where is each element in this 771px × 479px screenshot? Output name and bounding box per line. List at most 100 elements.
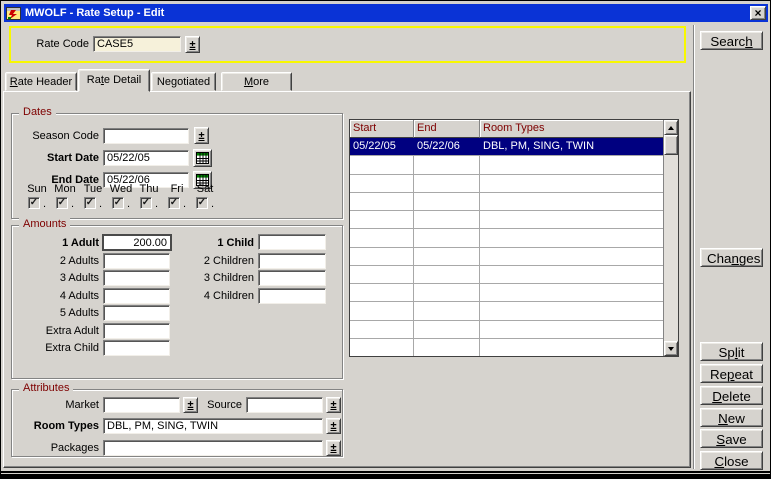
weekday-checkbox-thu[interactable]: ✓ bbox=[140, 197, 152, 209]
check-icon: ✓ bbox=[170, 198, 178, 208]
tab-rate-header[interactable]: Rate Header bbox=[5, 72, 77, 91]
button-label: elete bbox=[722, 389, 751, 404]
weekday-checkbox-sat[interactable]: ✓ bbox=[196, 197, 208, 209]
table-row-empty[interactable] bbox=[350, 248, 663, 266]
table-row-empty[interactable] bbox=[350, 266, 663, 284]
save-button[interactable]: Save bbox=[700, 429, 763, 448]
start-date-input[interactable] bbox=[103, 150, 189, 166]
button-label-key: C bbox=[714, 454, 724, 469]
season-code-input[interactable] bbox=[103, 128, 189, 144]
amount-1-child-input[interactable] bbox=[258, 234, 326, 250]
new-button[interactable]: New bbox=[700, 408, 763, 427]
packages-lov-button[interactable]: ± bbox=[326, 440, 341, 456]
scrollbar-thumb[interactable] bbox=[664, 135, 678, 155]
market-lov-button[interactable]: ± bbox=[183, 397, 198, 413]
table-header-start: Start bbox=[350, 120, 414, 138]
dates-group-label: Dates bbox=[19, 106, 56, 118]
scrollbar-track[interactable] bbox=[664, 155, 678, 341]
button-label-key: N bbox=[718, 411, 728, 426]
button-label-key: n bbox=[731, 251, 738, 266]
table-row-empty[interactable] bbox=[350, 193, 663, 211]
source-lov-button[interactable]: ± bbox=[326, 397, 341, 413]
table-row-empty[interactable] bbox=[350, 229, 663, 247]
side-panel-separator bbox=[693, 25, 695, 469]
check-icon: ✓ bbox=[198, 198, 206, 208]
scroll-up-button[interactable] bbox=[664, 120, 678, 135]
amount-3-children-label: 3 Children bbox=[154, 271, 254, 286]
tab-negotiated[interactable]: Negotiated bbox=[151, 72, 216, 91]
delete-button[interactable]: Delete bbox=[700, 386, 763, 405]
table-columns: Start End Room Types 05/22/05 05/22/06 D… bbox=[350, 120, 663, 356]
lov-icon: ± bbox=[189, 39, 195, 51]
table-row-selected[interactable]: 05/22/05 05/22/06 DBL, PM, SING, TWIN bbox=[350, 138, 663, 156]
weekday-label: Tue bbox=[84, 183, 103, 196]
amount-3-children-input[interactable] bbox=[258, 270, 326, 286]
weekday-label: Sat bbox=[197, 183, 214, 196]
table-row-empty[interactable] bbox=[350, 302, 663, 320]
rate-code-input[interactable] bbox=[93, 36, 181, 52]
market-input[interactable] bbox=[103, 397, 180, 413]
button-label: lose bbox=[724, 454, 748, 469]
cell-room-types: DBL, PM, SING, TWIN bbox=[480, 138, 663, 155]
button-label: eat bbox=[734, 367, 753, 382]
cell-end: 05/22/06 bbox=[414, 138, 480, 155]
rate-code-lov-button[interactable]: ± bbox=[185, 36, 200, 53]
table-row-empty[interactable] bbox=[350, 156, 663, 174]
weekday-dot: . bbox=[183, 199, 186, 209]
button-label: Cha bbox=[707, 251, 731, 266]
table-row-empty[interactable] bbox=[350, 211, 663, 229]
season-code-lov-button[interactable]: ± bbox=[194, 127, 209, 144]
button-label: ave bbox=[725, 432, 747, 447]
tab-label: e Detail bbox=[104, 74, 141, 86]
amount-2-children-input[interactable] bbox=[258, 253, 326, 269]
amount-4-children-input[interactable] bbox=[258, 288, 326, 304]
button-label-key: h bbox=[745, 34, 752, 49]
tab-more[interactable]: More bbox=[221, 72, 292, 91]
close-button[interactable]: Close bbox=[700, 451, 763, 470]
split-button[interactable]: Split bbox=[700, 342, 763, 361]
room-types-input[interactable] bbox=[103, 418, 323, 434]
tab-label: Negotiated bbox=[157, 76, 210, 88]
weekday-dot: . bbox=[127, 199, 130, 209]
table-row-empty[interactable] bbox=[350, 175, 663, 193]
scroll-down-button[interactable] bbox=[664, 341, 678, 356]
amounts-group: Amounts 1 Adult 2 Adults 3 Adults 4 Adul… bbox=[11, 225, 343, 379]
tab-label-key: R bbox=[10, 76, 18, 88]
attributes-group: Attributes Market ± Source ± Room Types … bbox=[11, 389, 343, 457]
start-date-calendar-button[interactable] bbox=[193, 149, 212, 167]
amount-extra-child-input[interactable] bbox=[103, 340, 170, 356]
changes-button[interactable]: Changes bbox=[700, 248, 763, 267]
weekday-checkbox-tue[interactable]: ✓ bbox=[84, 197, 96, 209]
table-header-row: Start End Room Types bbox=[350, 120, 663, 138]
amount-5-adults-input[interactable] bbox=[103, 305, 170, 321]
amount-extra-child-label: Extra Child bbox=[12, 341, 99, 356]
weekday-checkbox-mon[interactable]: ✓ bbox=[56, 197, 68, 209]
source-input[interactable] bbox=[246, 397, 323, 413]
weekday-label: Thu bbox=[140, 183, 159, 196]
repeat-button[interactable]: Repeat bbox=[700, 364, 763, 383]
lov-icon: ± bbox=[330, 420, 336, 432]
room-types-lov-button[interactable]: ± bbox=[326, 418, 341, 434]
table-header-end: End bbox=[414, 120, 480, 138]
check-icon: ✓ bbox=[86, 198, 94, 208]
window-close-button[interactable]: × bbox=[750, 6, 766, 20]
table-scrollbar[interactable] bbox=[663, 120, 678, 356]
amount-extra-adult-input[interactable] bbox=[103, 323, 170, 339]
search-button[interactable]: Search bbox=[700, 31, 763, 50]
title-bar: MWOLF - Rate Setup - Edit × bbox=[4, 4, 768, 22]
weekday-checkbox-fri[interactable]: ✓ bbox=[168, 197, 180, 209]
amount-4-children-label: 4 Children bbox=[154, 289, 254, 304]
table-row-empty[interactable] bbox=[350, 321, 663, 339]
tab-rate-detail[interactable]: Rate Detail bbox=[78, 69, 150, 92]
season-code-label: Season Code bbox=[12, 129, 99, 144]
table-row-empty[interactable] bbox=[350, 339, 663, 356]
weekday-cell-wed: Wed ✓ . bbox=[107, 183, 135, 209]
weekday-checkbox-sun[interactable]: ✓ bbox=[28, 197, 40, 209]
weekday-cell-mon: Mon ✓ . bbox=[51, 183, 79, 209]
button-label: ges bbox=[739, 251, 761, 266]
table-row-empty[interactable] bbox=[350, 284, 663, 302]
weekday-checkbox-wed[interactable]: ✓ bbox=[112, 197, 124, 209]
packages-label: Packages bbox=[12, 441, 99, 456]
weekday-label: Mon bbox=[54, 183, 75, 196]
packages-input[interactable] bbox=[103, 440, 323, 456]
